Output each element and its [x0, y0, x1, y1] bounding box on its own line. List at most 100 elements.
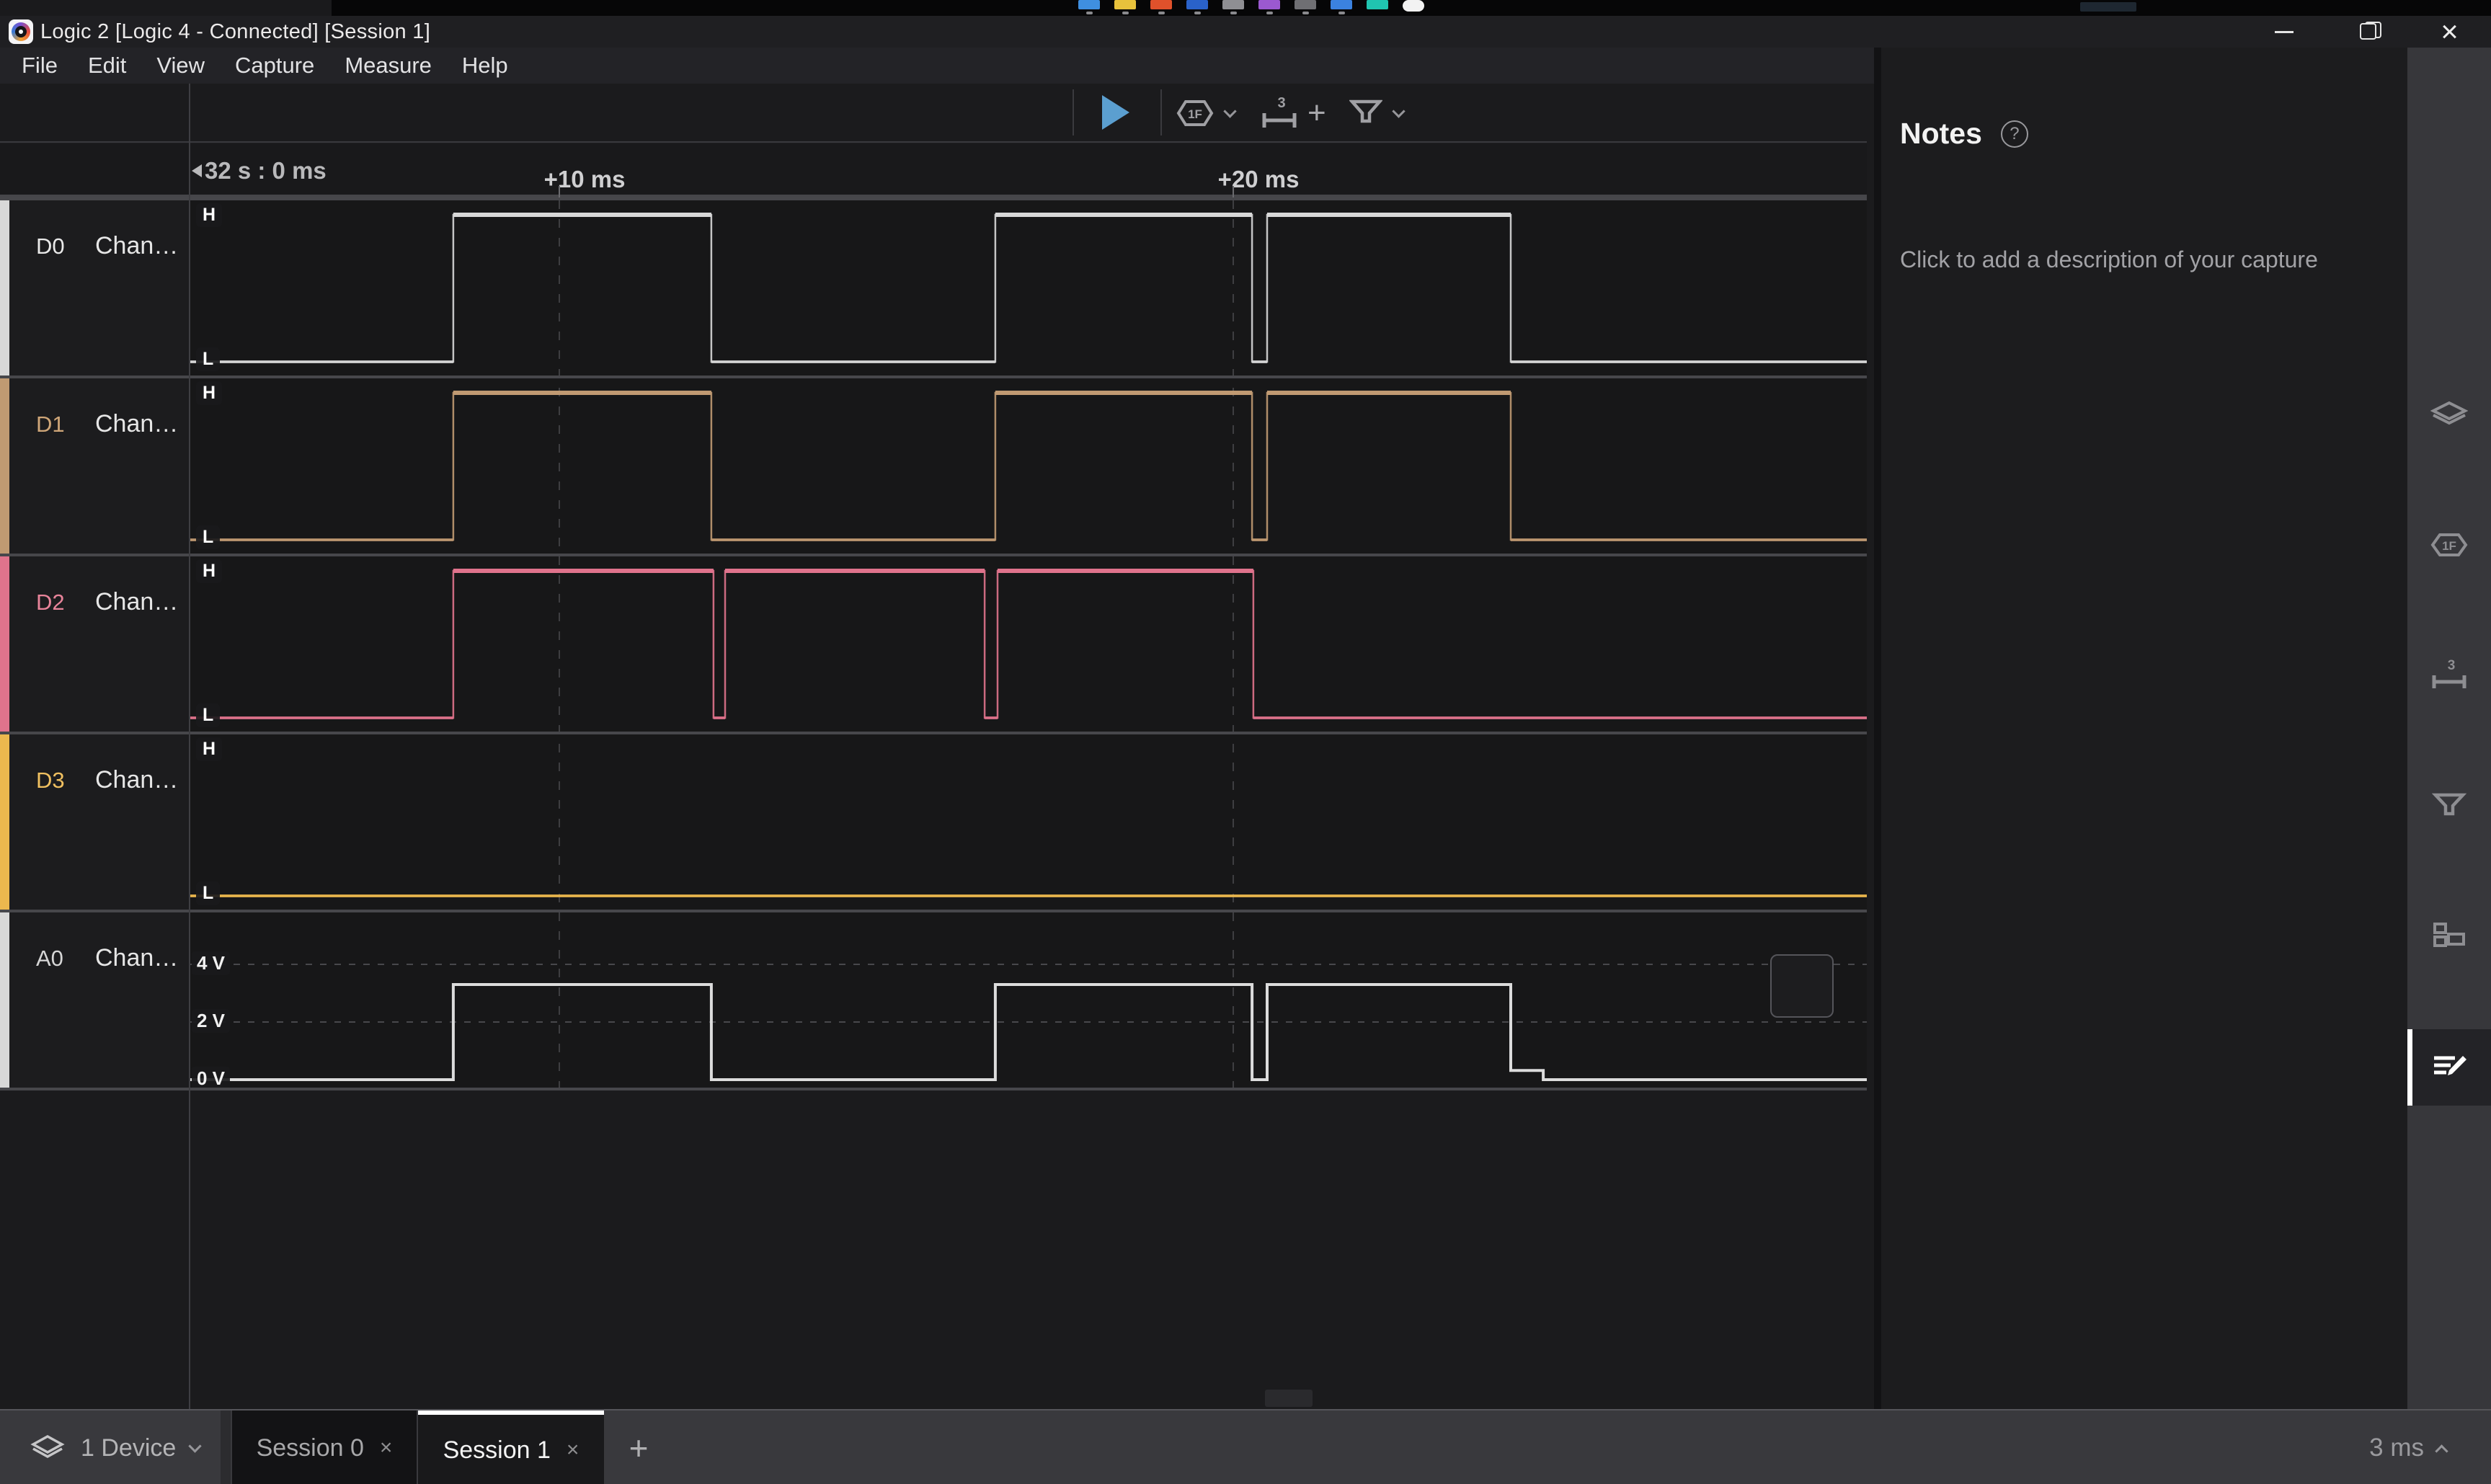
- channel-label-area[interactable]: D2 Chan…: [0, 556, 189, 732]
- channel-color-strip: [0, 200, 9, 376]
- taskbar-app-sliver: [1221, 0, 1246, 16]
- channel-name[interactable]: Chan…: [95, 232, 178, 260]
- digital-waveform-d3[interactable]: H L: [190, 734, 1867, 910]
- chevron-up-icon: [2435, 1444, 2448, 1457]
- voltage-label-4v: 4 V: [192, 951, 230, 975]
- session-tab-label: Session 0: [257, 1434, 364, 1462]
- row-separator[interactable]: [0, 732, 1867, 734]
- minimize-button[interactable]: [2242, 16, 2325, 48]
- digital-waveform-d1[interactable]: H L: [190, 378, 1867, 554]
- svg-text:1F: 1F: [1188, 107, 1202, 121]
- row-separator[interactable]: [0, 1088, 1867, 1090]
- taskbar-app-sliver: [1365, 0, 1390, 16]
- trigger-dropdown[interactable]: [1349, 84, 1403, 143]
- bottom-bar: 1 Device Session 0 × Session 1 × + 3 ms: [0, 1409, 2491, 1484]
- titlebar: Logic 2 [Logic 4 - Connected] [Session 1…: [0, 16, 2491, 48]
- vertical-scale-button[interactable]: [1770, 954, 1834, 1018]
- taskbar-app-sliver: [1077, 0, 1101, 16]
- channel-name[interactable]: Chan…: [95, 766, 178, 794]
- tab-session-1[interactable]: Session 1 ×: [418, 1410, 604, 1484]
- channel-id: A0: [36, 946, 63, 972]
- device-icon: [2430, 399, 2468, 430]
- close-session-icon[interactable]: ×: [567, 1438, 580, 1462]
- channel-id: D0: [36, 234, 65, 259]
- timeline-tick-label: +20 ms: [1218, 166, 1300, 193]
- channel-label-area[interactable]: D1 Chan…: [0, 378, 189, 554]
- menu-edit[interactable]: Edit: [88, 53, 126, 79]
- timeline-tick-label: +10 ms: [544, 166, 626, 193]
- row-separator[interactable]: [0, 376, 1867, 378]
- rail-analyzers-button[interactable]: 1F: [2407, 507, 2491, 583]
- close-session-icon[interactable]: ×: [380, 1436, 393, 1460]
- menu-help[interactable]: Help: [462, 53, 508, 79]
- channel-color-strip: [0, 734, 9, 910]
- analog-waveform-a0[interactable]: 4 V 2 V 0 V: [190, 912, 1867, 1088]
- analyzers-dropdown[interactable]: 1F: [1176, 84, 1235, 143]
- device-count-label: 1 Device: [81, 1434, 176, 1462]
- low-level-badge: L: [196, 881, 220, 905]
- timeline-tick-mark: [559, 186, 560, 197]
- analyzers-icon: 1F: [2429, 529, 2469, 561]
- channel-id: D2: [36, 590, 65, 616]
- restore-button[interactable]: [2325, 16, 2408, 48]
- help-icon[interactable]: ?: [2001, 120, 2028, 148]
- device-selector[interactable]: 1 Device: [29, 1410, 200, 1484]
- channel-label-area[interactable]: D3 Chan…: [0, 734, 189, 910]
- extensions-icon: [2431, 920, 2467, 952]
- menu-view[interactable]: View: [156, 53, 205, 79]
- digital-waveform-d2[interactable]: H L: [190, 556, 1867, 732]
- vertical-fit-icon: [1772, 956, 2491, 1131]
- app-icon: [9, 19, 33, 44]
- session-tab-label: Session 1: [443, 1436, 551, 1465]
- digital-waveform-d0[interactable]: H L: [190, 200, 1867, 376]
- measurements-icon: 3: [2429, 657, 2469, 693]
- timeline-ruler[interactable]: 32 s : 0 ms +10 ms +20 ms: [0, 144, 1867, 197]
- timeline-origin: 32 s : 0 ms: [192, 157, 327, 185]
- channel-label-area[interactable]: D0 Chan…: [0, 200, 189, 376]
- add-measurement-button[interactable]: 3 +: [1260, 84, 1326, 143]
- menu-capture[interactable]: Capture: [235, 53, 314, 79]
- channel-color-strip: [0, 912, 9, 1088]
- device-icon: [29, 1432, 66, 1464]
- notes-title: Notes: [1900, 117, 1982, 151]
- taskbar-app-sliver: [1329, 0, 1354, 16]
- row-separator[interactable]: [0, 554, 1867, 556]
- channel-id: D3: [36, 768, 65, 794]
- channel-label-area[interactable]: A0 Chan…: [0, 912, 189, 1088]
- window-controls: ×: [2242, 16, 2491, 48]
- add-session-button[interactable]: +: [617, 1410, 660, 1484]
- timeline-tick-mark: [1233, 186, 1234, 197]
- channel-column-divider: [189, 84, 190, 1409]
- notes-placeholder[interactable]: Click to add a description of your captu…: [1900, 246, 2390, 273]
- close-button[interactable]: ×: [2408, 16, 2491, 48]
- timeline-origin-arrow-icon: [192, 164, 202, 177]
- channel-name[interactable]: Chan…: [95, 410, 178, 438]
- play-icon: [1102, 95, 1129, 130]
- close-icon: ×: [2441, 17, 2459, 47]
- tab-session-0[interactable]: Session 0 ×: [232, 1410, 417, 1484]
- rail-device-button[interactable]: [2407, 376, 2491, 453]
- channel-name[interactable]: Chan…: [95, 944, 178, 972]
- capture-toolbar: 1F 3 +: [0, 84, 1867, 143]
- trigger-icon: [2432, 791, 2466, 821]
- rail-measurements-button[interactable]: 3: [2407, 637, 2491, 714]
- menu-file[interactable]: File: [22, 53, 58, 79]
- taskbar-sliver: [1077, 0, 1426, 16]
- window-title: Logic 2 [Logic 4 - Connected] [Session 1…: [40, 20, 430, 44]
- rail-trigger-button[interactable]: [2407, 768, 2491, 844]
- channel-row-d2: D2 Chan… H L: [0, 556, 1867, 732]
- play-button[interactable]: [1093, 92, 1139, 133]
- capture-range-control[interactable]: 3 ms: [2369, 1410, 2446, 1484]
- horizontal-scrollbar[interactable]: [1265, 1390, 1313, 1407]
- taskbar-app-sliver: [1401, 0, 1426, 16]
- taskbar-app-sliver: [1149, 0, 1173, 16]
- analyzer-hexagon-icon: 1F: [1176, 97, 1214, 129]
- channel-name[interactable]: Chan…: [95, 588, 178, 616]
- menu-measure[interactable]: Measure: [345, 53, 432, 79]
- toolbar-divider: [1160, 89, 1162, 135]
- taskbar-app-sliver: [1257, 0, 1282, 16]
- screen-top-left: [0, 0, 332, 16]
- channel-id: D1: [36, 412, 65, 437]
- row-separator[interactable]: [0, 910, 1867, 912]
- channel-row-d0: D0 Chan… H L: [0, 200, 1867, 376]
